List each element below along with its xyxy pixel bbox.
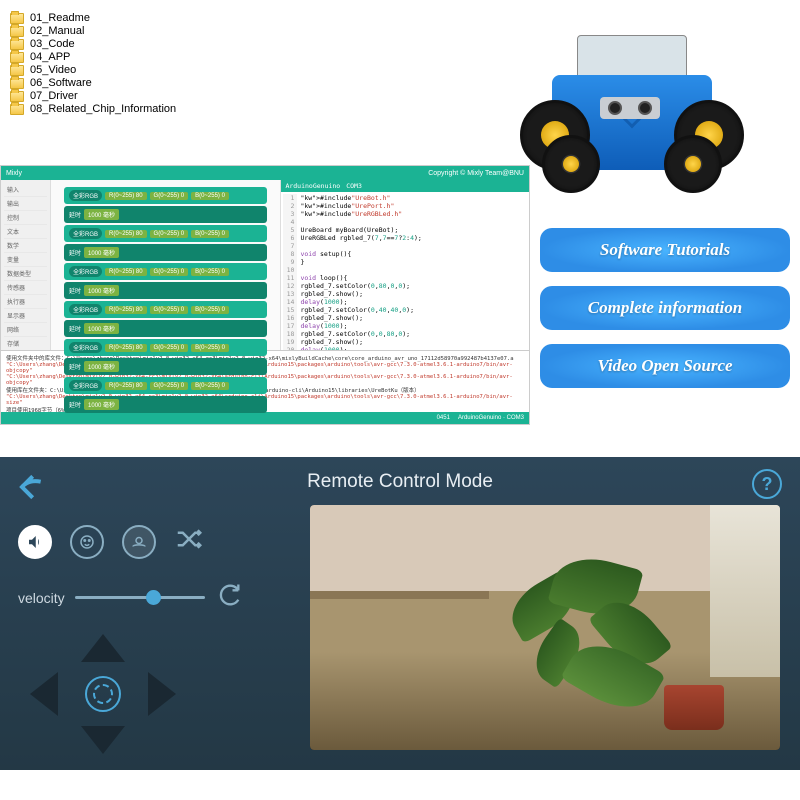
rgb-block[interactable]: 全彩RGB R(0~255) 80 G(0~255) 0 B(0~255) 0 <box>64 225 267 242</box>
delay-block[interactable]: 延时 1000 毫秒 <box>64 396 267 413</box>
status-mid: 0451 <box>437 415 450 421</box>
sound-button[interactable] <box>18 525 52 559</box>
sidebar-category[interactable]: 显示器 <box>4 309 47 323</box>
badge-software-tutorials: Software Tutorials <box>540 228 790 272</box>
rgb-block[interactable]: 全彩RGB R(0~255) 80 G(0~255) 0 B(0~255) 0 <box>64 301 267 318</box>
ide-copyright: Copyright © Mixly Team@BNU <box>428 170 524 177</box>
delay-block[interactable]: 延时 1000 毫秒 <box>64 320 267 337</box>
code-line: 5UreBoard myBoard(UreBot); <box>283 226 527 234</box>
dpad <box>28 632 178 756</box>
code-line: 13 rgbled_7.show(); <box>283 290 527 298</box>
refresh-button[interactable] <box>215 581 243 614</box>
code-line: 8void setup(){ <box>283 250 527 258</box>
folder-icon <box>10 78 24 89</box>
sidebar-category[interactable]: 传感器 <box>4 281 47 295</box>
rgb-block[interactable]: 全彩RGB R(0~255) 80 G(0~255) 0 B(0~255) 0 <box>64 377 267 394</box>
file-name: 08_Related_Chip_Information <box>30 103 176 115</box>
delay-block[interactable]: 延时 1000 毫秒 <box>64 244 267 261</box>
sidebar-category[interactable]: 数据类型 <box>4 267 47 281</box>
shuffle-button[interactable] <box>174 524 204 559</box>
folder-icon <box>10 104 24 115</box>
code-header: ArduinoGenuino COM3 <box>281 180 529 192</box>
feature-badges: Software Tutorials Complete information … <box>540 228 790 402</box>
code-line: 10 <box>283 266 527 274</box>
dpad-right[interactable] <box>148 672 176 716</box>
code-line: 12 rgbled_7.setColor(0,80,0,0); <box>283 282 527 290</box>
rgb-block[interactable]: 全彩RGB R(0~255) 80 G(0~255) 0 B(0~255) 0 <box>64 263 267 280</box>
delay-block[interactable]: 延时 1000 毫秒 <box>64 206 267 223</box>
code-line: 3"kw">#include "UreRGBLed.h" <box>283 210 527 218</box>
delay-block[interactable]: 延时 1000 毫秒 <box>64 358 267 375</box>
file-name: 07_Driver <box>30 90 78 102</box>
folder-icon <box>10 52 24 63</box>
folder-icon <box>10 13 24 24</box>
folder-icon <box>10 65 24 76</box>
code-port[interactable]: COM3 <box>346 182 362 190</box>
folder-icon <box>10 91 24 102</box>
camera-button[interactable] <box>122 525 156 559</box>
sidebar-category[interactable]: 文本 <box>4 225 47 239</box>
dpad-down[interactable] <box>81 726 125 754</box>
folder-icon <box>10 26 24 37</box>
sidebar-category[interactable]: 变量 <box>4 253 47 267</box>
dpad-up[interactable] <box>81 634 125 662</box>
code-line: 2"kw">#include "UrePort.h" <box>283 202 527 210</box>
face-button[interactable] <box>70 525 104 559</box>
blocks-canvas[interactable]: 全彩RGB R(0~255) 80 G(0~255) 0 B(0~255) 0 延… <box>51 180 280 350</box>
sidebar-category[interactable]: 输出 <box>4 197 47 211</box>
badge-video-open-source: Video Open Source <box>540 344 790 388</box>
file-name: 06_Software <box>30 77 92 89</box>
badge-complete-information: Complete information <box>540 286 790 330</box>
velocity-control: velocity <box>18 581 282 614</box>
code-line: 15 rgbled_7.setColor(0,40,40,0); <box>283 306 527 314</box>
control-row <box>18 524 282 559</box>
file-name: 03_Code <box>30 38 75 50</box>
file-name: 04_APP <box>30 51 70 63</box>
sidebar-category[interactable]: 控制 <box>4 211 47 225</box>
code-line: 7 <box>283 242 527 250</box>
sidebar-category[interactable]: 网络 <box>4 323 47 337</box>
delay-block[interactable]: 延时 1000 毫秒 <box>64 282 267 299</box>
code-line: 9} <box>283 258 527 266</box>
status-right: ArduinoGenuino · COM3 <box>458 415 524 421</box>
dpad-center[interactable] <box>85 676 121 712</box>
help-button[interactable]: ? <box>752 469 782 499</box>
code-line: 18 rgbled_7.setColor(0,0,80,0); <box>283 330 527 338</box>
velocity-label: velocity <box>18 590 65 606</box>
back-button[interactable] <box>14 469 50 505</box>
code-line: 16 rgbled_7.show(); <box>283 314 527 322</box>
code-line: 11void loop(){ <box>283 274 527 282</box>
remote-control-app: Remote Control Mode ? velocity <box>0 457 800 770</box>
ide-sidebar: 输入输出控制文本数学变量数据类型传感器执行器显示器网络存储扩展mixly功能库 <box>1 180 51 350</box>
sidebar-category[interactable]: 执行器 <box>4 295 47 309</box>
slider-thumb[interactable] <box>146 590 161 605</box>
rgb-block[interactable]: 全彩RGB R(0~255) 80 G(0~255) 0 B(0~255) 0 <box>64 187 267 204</box>
code-editor[interactable]: ArduinoGenuino COM3 1"kw">#include "UreB… <box>280 180 529 350</box>
code-line: 14 delay(1000); <box>283 298 527 306</box>
code-tab[interactable]: ArduinoGenuino <box>285 182 340 190</box>
file-name: 05_Video <box>30 64 76 76</box>
code-line: 17 delay(1000); <box>283 322 527 330</box>
ide-toolbar: Mixly Copyright © Mixly Team@BNU <box>1 166 529 180</box>
code-line: 6UreRGBLed rgbled_7(7,7==7?2:4); <box>283 234 527 242</box>
sidebar-category[interactable]: 存储 <box>4 337 47 351</box>
code-line: 19 rgbled_7.show(); <box>283 338 527 346</box>
folder-icon <box>10 39 24 50</box>
dpad-left[interactable] <box>30 672 58 716</box>
ide-title: Mixly <box>6 170 22 177</box>
code-line: 1"kw">#include "UreBot.h" <box>283 194 527 202</box>
camera-feed <box>310 505 780 750</box>
ide-statusbar: 0451 ArduinoGenuino · COM3 <box>1 412 529 424</box>
velocity-slider[interactable] <box>75 596 205 599</box>
sidebar-category[interactable]: 数学 <box>4 239 47 253</box>
sidebar-category[interactable]: 输入 <box>4 183 47 197</box>
code-line: 4 <box>283 218 527 226</box>
rgb-block[interactable]: 全彩RGB R(0~255) 80 G(0~255) 0 B(0~255) 0 <box>64 339 267 356</box>
file-name: 01_Readme <box>30 12 90 24</box>
file-name: 02_Manual <box>30 25 84 37</box>
mixly-ide: Mixly Copyright © Mixly Team@BNU 输入输出控制文… <box>0 165 530 425</box>
